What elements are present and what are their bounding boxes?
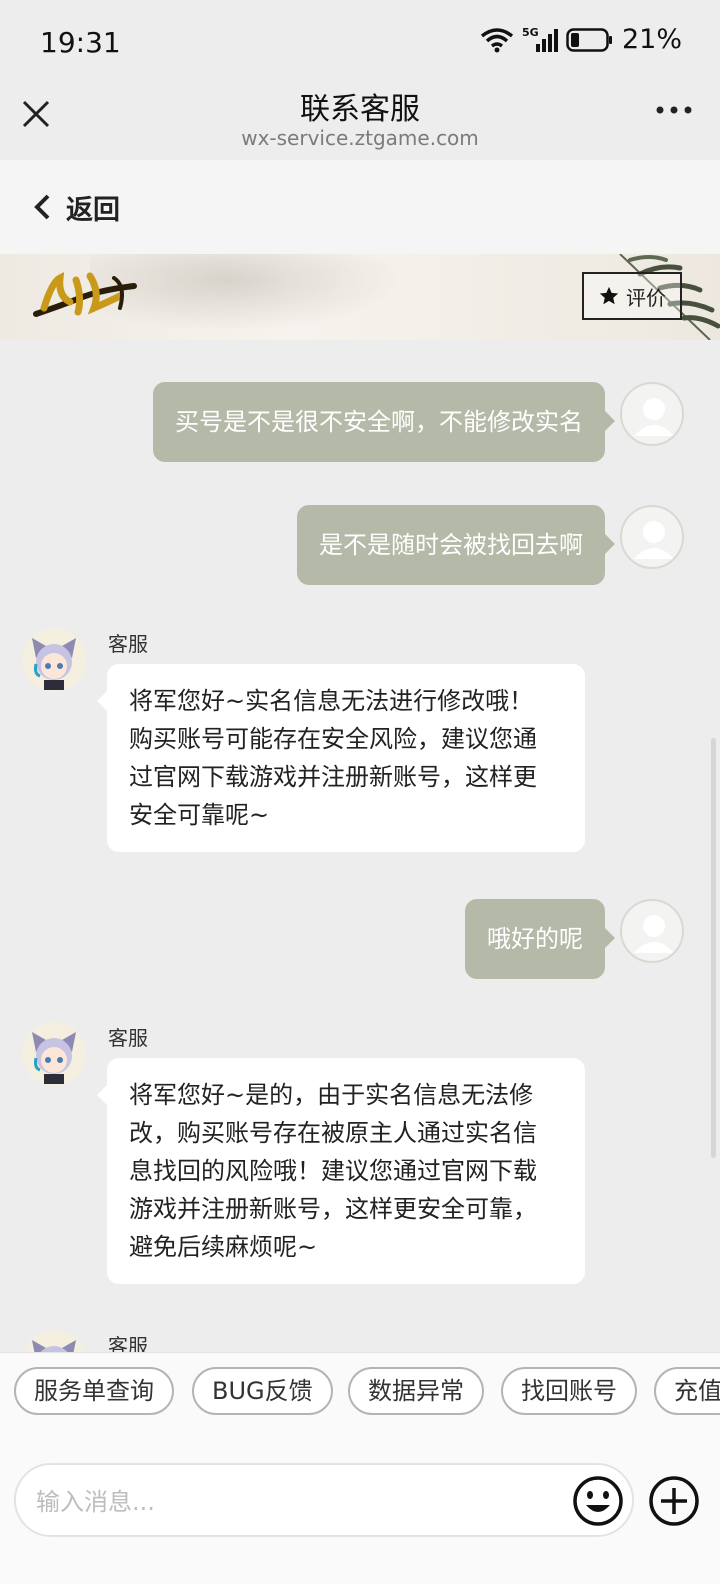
quick-reply-chip[interactable]: 服务单查询	[14, 1367, 174, 1415]
message-line: 安全可靠呢~	[129, 801, 270, 829]
agent-name: 客服	[108, 1026, 148, 1050]
user-silhouette-icon	[634, 521, 674, 559]
battery-icon	[566, 27, 612, 52]
message-line: 将军您好~实名信息无法进行修改哦！	[129, 687, 534, 715]
status-time: 19:31	[40, 26, 121, 59]
anime-agent-avatar-icon	[32, 1032, 76, 1084]
quick-reply-chip[interactable]: 找回账号	[501, 1367, 637, 1415]
user-silhouette-icon	[634, 398, 674, 436]
agent-avatar[interactable]	[22, 628, 86, 692]
quick-reply-chip[interactable]: 充值	[654, 1367, 720, 1415]
message-line: 改，购买账号存在被原主人通过实名信	[129, 1119, 537, 1147]
cellular-signal-icon: 5G	[522, 26, 558, 52]
message-line: 游戏并注册新账号，这样更安全可靠，	[129, 1195, 537, 1223]
back-navigation[interactable]: 返回	[0, 160, 720, 254]
emoji-icon[interactable]	[572, 1475, 624, 1527]
outgoing-message: 是不是随时会被找回去啊	[297, 505, 615, 585]
quick-reply-chip[interactable]: 数据异常	[348, 1367, 484, 1415]
game-banner: 评价	[0, 254, 720, 340]
battery-percentage: 21%	[621, 24, 682, 55]
network-type-label: 5G	[522, 26, 539, 39]
message-line: 将军您好~是的，由于实名信息无法修	[129, 1081, 534, 1109]
user-avatar[interactable]	[620, 899, 684, 963]
star-icon	[599, 286, 619, 305]
user-avatar[interactable]	[620, 382, 684, 446]
wifi-icon	[480, 27, 514, 52]
page-url: wx-service.ztgame.com	[241, 126, 479, 150]
incoming-message: 将军您好~实名信息无法进行修改哦！ 购买账号可能存在安全风险，建议您通 过官网下…	[97, 664, 585, 852]
back-button[interactable]: 返回	[66, 188, 120, 227]
quick-reply-bar[interactable]: 服务单查询 BUG反馈 数据异常 找回账号 充值	[0, 1352, 720, 1434]
incoming-message: 将军您好~是的，由于实名信息无法修 改，购买账号存在被原主人通过实名信 息找回的…	[97, 1058, 585, 1284]
agent-name: 客服	[108, 1334, 148, 1352]
message-input-container[interactable]	[14, 1463, 634, 1537]
user-avatar[interactable]	[620, 505, 684, 569]
message-line: 购买账号可能存在安全风险，建议您通	[129, 725, 537, 753]
banner-ink-decoration	[90, 254, 430, 340]
more-options-icon[interactable]	[654, 100, 694, 120]
anime-agent-avatar-icon	[32, 638, 76, 690]
chevron-left-icon	[34, 194, 50, 220]
message-line: 息找回的风险哦！建议您通过官网下载	[129, 1157, 537, 1185]
outgoing-message: 哦好的呢	[465, 899, 615, 979]
rate-button[interactable]: 评价	[582, 272, 682, 320]
status-bar: 19:31 5G 21%	[0, 0, 720, 84]
user-silhouette-icon	[634, 915, 674, 953]
page-title: 联系客服	[300, 92, 420, 127]
agent-avatar[interactable]	[22, 1330, 86, 1352]
message-line: 过官网下载游戏并注册新账号，这样更	[129, 763, 537, 791]
add-attachment-icon[interactable]	[648, 1475, 700, 1527]
agent-name: 客服	[108, 632, 148, 656]
chat-messages[interactable]: 买号是不是很不安全啊，不能修改实名 是不是随时会被找回去啊 客服 将军您好~实名…	[0, 340, 720, 1352]
message-line: 避免后续麻烦呢~	[129, 1233, 318, 1261]
webview-title-bar: 联系客服 wx-service.ztgame.com	[0, 84, 720, 160]
status-icons: 5G 21%	[480, 24, 682, 55]
quick-reply-chip[interactable]: BUG反馈	[192, 1367, 333, 1415]
anime-agent-avatar-icon	[32, 1340, 76, 1352]
agent-avatar[interactable]	[22, 1022, 86, 1086]
game-logo	[33, 271, 137, 317]
rate-label: 评价	[626, 285, 666, 310]
chat-scrollbar[interactable]	[711, 738, 716, 1158]
outgoing-message: 买号是不是很不安全啊，不能修改实名	[153, 382, 615, 462]
message-input[interactable]	[34, 1483, 558, 1521]
message-composer	[0, 1433, 720, 1584]
